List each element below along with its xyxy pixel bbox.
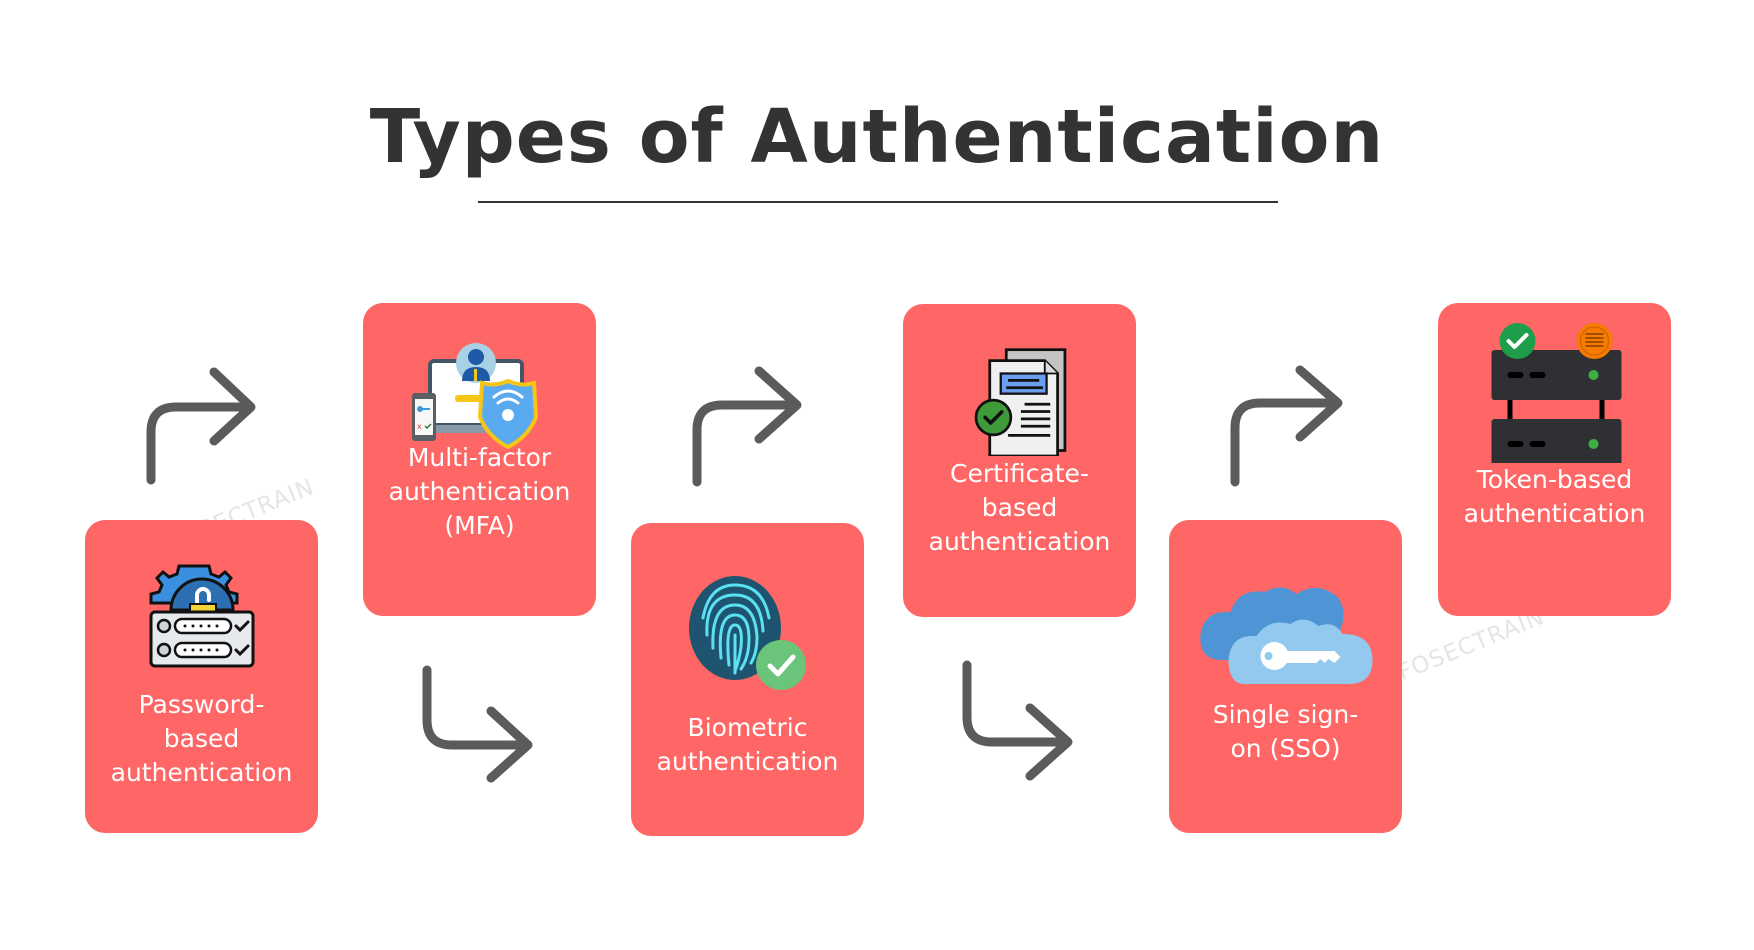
card-label: Multi-factor authentication (MFA)	[388, 443, 571, 540]
arrow-up-right-3	[1230, 365, 1343, 487]
card-label: Single sign- on (SSO)	[1212, 700, 1359, 763]
arrow-down-right-2	[962, 660, 1073, 781]
cloud-key-icon	[1199, 587, 1372, 684]
arrow-up-right-1	[146, 367, 256, 485]
arrow-down-right-1	[422, 665, 533, 783]
certificate-icon	[974, 348, 1066, 456]
fingerprint-icon	[688, 576, 806, 690]
card-label: Token-based authentication	[1463, 465, 1646, 528]
token-server-icon	[1491, 323, 1621, 463]
card-token-based: Token-based authentication	[1438, 303, 1671, 616]
mfa-icon: x	[411, 343, 538, 450]
card-label: Certificate- based authentication	[928, 459, 1111, 556]
card-mfa: x Multi-factor authentication (MFA)	[363, 303, 596, 616]
card-certificate-based: Certificate- based authentication	[903, 304, 1136, 617]
card-label: Biometric authentication	[656, 713, 839, 776]
arrow-up-right-2	[692, 366, 802, 487]
card-biometric: Biometric authentication	[631, 523, 864, 836]
card-label: Password- based authentication	[110, 690, 293, 787]
card-sso: Single sign- on (SSO)	[1169, 520, 1402, 833]
password-lock-icon	[149, 564, 254, 668]
card-password-based: Password- based authentication	[85, 520, 318, 833]
svg-text:x: x	[417, 422, 422, 431]
